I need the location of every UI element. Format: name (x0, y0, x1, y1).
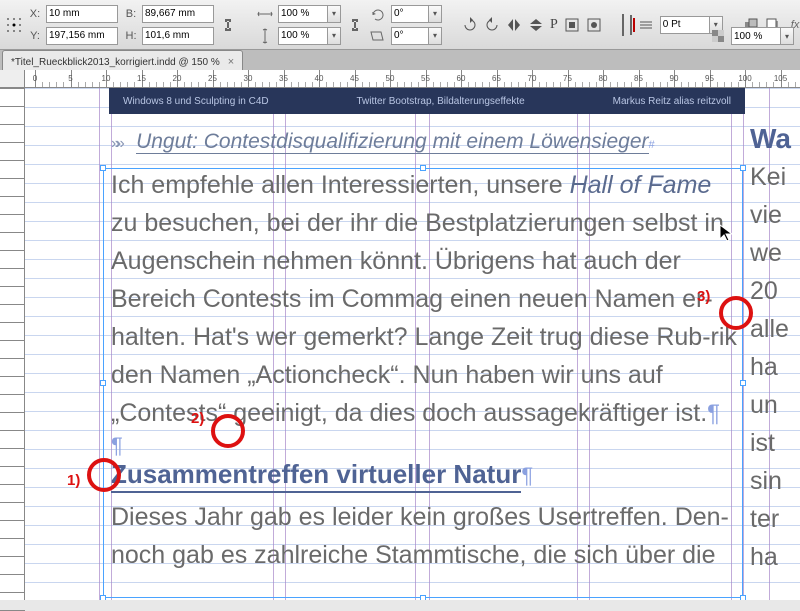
header-right: Markus Reitz alias reitzvoll (613, 96, 731, 107)
scale-y-icon (256, 27, 274, 45)
resize-handle[interactable] (740, 380, 746, 386)
shear-field[interactable] (391, 27, 429, 45)
w-field[interactable] (142, 5, 214, 23)
page-header-bar: Windows 8 und Sculpting in C4D Twitter B… (109, 88, 745, 114)
kicker-text: Ungut: Contestdisqualifizierung mit eine… (136, 130, 648, 154)
y-label: Y: (28, 30, 42, 42)
control-panel: X: Y: B: H: ▾ ▾ ▾ (0, 0, 800, 50)
flip-v-icon[interactable] (528, 16, 544, 34)
annotation-circle-1 (87, 458, 121, 492)
scale-x-dropdown[interactable]: ▾ (328, 5, 341, 23)
pilcrow-icon: # (649, 139, 655, 151)
stroke-swatch[interactable] (630, 15, 632, 35)
horizontal-ruler[interactable]: 0510152025303540455055606570758085909510… (25, 70, 800, 88)
scale-x-icon (256, 5, 274, 23)
shear-dropdown[interactable]: ▾ (429, 27, 442, 45)
vertical-ruler[interactable] (0, 88, 25, 600)
resize-handle[interactable] (740, 165, 746, 171)
resize-handle[interactable] (100, 165, 106, 171)
annotation-label-3: 3) (697, 288, 710, 305)
opacity-icon (709, 27, 727, 45)
x-label: X: (28, 8, 42, 20)
header-center: Twitter Bootstrap, Bildalterungseffekte (357, 96, 525, 107)
scale-x-field[interactable] (278, 5, 328, 23)
stroke-weight-icon (638, 16, 654, 34)
reference-point-icon[interactable] (6, 16, 22, 34)
rotate-dropdown[interactable]: ▾ (429, 5, 442, 23)
w-label: B: (124, 8, 138, 20)
constrain-wh-icon[interactable] (220, 16, 236, 34)
flip-h-icon[interactable] (506, 16, 522, 34)
h-label: H: (124, 30, 138, 42)
document-page[interactable]: Windows 8 und Sculpting in C4D Twitter B… (25, 88, 800, 600)
scale-y-field[interactable] (278, 27, 328, 45)
annotation-circle-2 (211, 414, 245, 448)
adjacent-column-preview: Wa Keiviewe20allehaunistsinterha (750, 120, 800, 576)
mouse-cursor-icon (719, 224, 733, 242)
text-frame-selection[interactable] (103, 168, 743, 598)
rotate-field[interactable] (391, 5, 429, 23)
ruler-origin[interactable] (0, 70, 25, 88)
side-heading: Wa (750, 120, 800, 158)
quote-chevrons-icon: »» (111, 135, 129, 153)
document-tab-title: *Titel_Rueckblick2013_korrigiert.indd @ … (11, 57, 220, 68)
rotate-icon (369, 5, 387, 23)
resize-handle[interactable] (420, 165, 426, 171)
resize-handle[interactable] (100, 380, 106, 386)
document-tab[interactable]: *Titel_Rueckblick2013_korrigiert.indd @ … (2, 50, 243, 70)
select-content-icon[interactable] (586, 16, 602, 34)
scale-y-dropdown[interactable]: ▾ (328, 27, 341, 45)
annotation-circle-3 (719, 296, 753, 330)
fill-swatch[interactable] (622, 14, 624, 36)
opacity-field[interactable] (731, 27, 781, 45)
stroke-weight-field[interactable] (660, 16, 710, 34)
select-container-icon[interactable] (564, 16, 580, 34)
x-field[interactable] (46, 5, 118, 23)
annotation-label-1: 1) (67, 472, 80, 489)
annotation-label-2: 2) (191, 410, 204, 427)
resize-handle[interactable] (420, 595, 426, 600)
resize-handle[interactable] (100, 595, 106, 600)
document-tab-bar: *Titel_Rueckblick2013_korrigiert.indd @ … (0, 50, 800, 70)
close-tab-icon[interactable]: × (228, 56, 234, 68)
resize-handle[interactable] (740, 595, 746, 600)
y-field[interactable] (46, 27, 118, 45)
h-field[interactable] (142, 27, 214, 45)
rotate-ccw-icon[interactable] (484, 16, 500, 34)
paragraph-icon[interactable]: P (550, 16, 558, 34)
rotate-cw-icon[interactable] (462, 16, 478, 34)
constrain-scale-icon[interactable] (347, 16, 363, 34)
shear-icon (369, 27, 387, 45)
opacity-dropdown[interactable]: ▾ (781, 27, 794, 45)
header-left: Windows 8 und Sculpting in C4D (123, 96, 269, 107)
